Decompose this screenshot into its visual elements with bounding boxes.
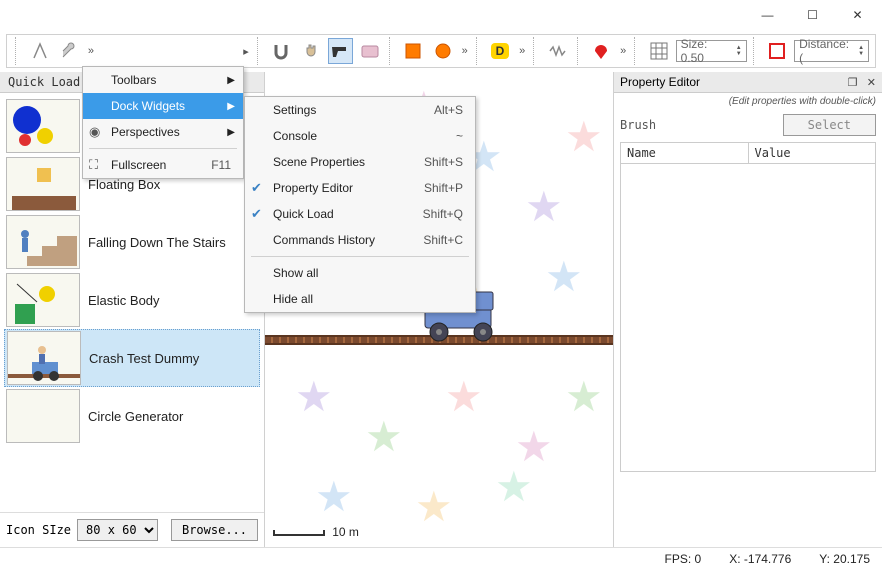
list-item-label: Crash Test Dummy [89, 351, 257, 366]
property-table[interactable]: Name Value [620, 142, 876, 472]
minimize-button[interactable]: — [745, 1, 790, 29]
list-item-label: Elastic Body [88, 293, 258, 308]
menu-item-commands-history[interactable]: Commands HistoryShift+C [245, 227, 475, 253]
status-y: Y: 20.175 [819, 552, 870, 566]
maximize-button[interactable]: ☐ [790, 1, 835, 29]
close-panel-icon[interactable]: ✕ [867, 77, 876, 89]
chevron-icon[interactable]: » [460, 45, 470, 57]
list-item[interactable]: Falling Down The Stairs [4, 213, 260, 271]
dock-widgets-submenu: SettingsAlt+S Console~ Scene PropertiesS… [244, 96, 476, 313]
menu-item-show-all[interactable]: Show all [245, 260, 475, 286]
view-menu: Toolbars▶ Dock Widgets▶ ◉ Perspectives▶ … [82, 66, 244, 179]
property-editor-title: Property Editor [620, 75, 700, 89]
tool-card-icon[interactable] [357, 38, 383, 64]
distance-field[interactable]: Distance: (▲▼ [794, 40, 869, 62]
menu-item-fullscreen[interactable]: ⛶ FullscreenF11 [83, 152, 243, 178]
tool-wrench-icon[interactable] [56, 38, 82, 64]
menu-item-perspectives[interactable]: ◉ Perspectives▶ [83, 119, 243, 145]
svg-text:D: D [496, 44, 505, 58]
tool-gun-icon[interactable] [328, 38, 354, 64]
menu-item-quick-load[interactable]: ✔ Quick LoadShift+Q [245, 201, 475, 227]
chevron-right-icon[interactable]: ▸ [241, 45, 251, 58]
column-value: Value [749, 143, 876, 163]
thumbnail [6, 389, 80, 443]
menu-item-toolbars[interactable]: Toolbars▶ [83, 67, 243, 93]
size-field[interactable]: Size: 0.50▲▼ [676, 40, 747, 62]
chevron-icon[interactable]: » [618, 45, 628, 57]
status-bar: FPS: 0 X: -174.776 Y: 20.175 [0, 547, 882, 569]
menu-item-console[interactable]: Console~ [245, 123, 475, 149]
close-button[interactable]: ✕ [835, 1, 880, 29]
brush-label: Brush [620, 118, 777, 132]
menu-item-scene-properties[interactable]: Scene PropertiesShift+S [245, 149, 475, 175]
expand-icon: ⛶ [89, 157, 98, 173]
thumbnail [7, 331, 81, 385]
thumbnail [6, 99, 80, 153]
eye-icon: ◉ [89, 124, 100, 140]
thumbnail [6, 273, 80, 327]
status-x: X: -174.776 [729, 552, 791, 566]
zigzag-icon[interactable] [545, 38, 571, 64]
chevron-icon[interactable]: » [517, 45, 527, 57]
property-editor-panel: Property Editor ❐ ✕ (Edit properties wit… [614, 72, 882, 547]
titlebar: — ☐ ✕ [0, 0, 882, 30]
menu-item-settings[interactable]: SettingsAlt+S [245, 97, 475, 123]
list-item[interactable]: Circle Generator [4, 387, 260, 445]
main-toolbar: » ▸ » D » » Size: 0.50▲▼ Distance: (▲▼ [6, 34, 876, 68]
list-item-label: Falling Down The Stairs [88, 235, 258, 250]
grid-icon[interactable] [646, 38, 672, 64]
undock-icon[interactable]: ❐ [848, 77, 858, 89]
tool-magnet-icon[interactable] [269, 38, 295, 64]
select-button[interactable]: Select [783, 114, 876, 136]
list-item[interactable]: Crash Test Dummy [4, 329, 260, 387]
browse-button[interactable]: Browse... [171, 519, 258, 541]
thumbnail [6, 157, 80, 211]
list-item[interactable]: Elastic Body [4, 271, 260, 329]
property-editor-hint: (Edit properties with double-click) [614, 93, 882, 110]
chevron-right-icon[interactable]: » [86, 45, 96, 57]
tool-compass-icon[interactable] [27, 38, 53, 64]
list-item-label: Circle Generator [88, 409, 258, 424]
check-icon: ✔ [251, 180, 262, 196]
scale-indicator: 10 m [273, 525, 359, 539]
menu-item-property-editor[interactable]: ✔ Property EditorShift+P [245, 175, 475, 201]
shape-circle-icon[interactable] [430, 38, 456, 64]
menu-item-dock-widgets[interactable]: Dock Widgets▶ [83, 93, 243, 119]
red-shape-icon[interactable] [589, 38, 615, 64]
red-square-icon[interactable] [765, 38, 791, 64]
column-name: Name [621, 143, 749, 163]
icon-size-label: Icon SIze [6, 523, 71, 537]
tool-hand-icon[interactable] [298, 38, 324, 64]
status-fps: FPS: 0 [665, 552, 702, 566]
menu-item-hide-all[interactable]: Hide all [245, 286, 475, 312]
shape-square-icon[interactable] [401, 38, 427, 64]
icon-size-select[interactable]: 80 x 60 [77, 519, 158, 541]
thumbnail [6, 215, 80, 269]
check-icon: ✔ [251, 206, 262, 222]
d-badge-icon[interactable]: D [488, 38, 514, 64]
